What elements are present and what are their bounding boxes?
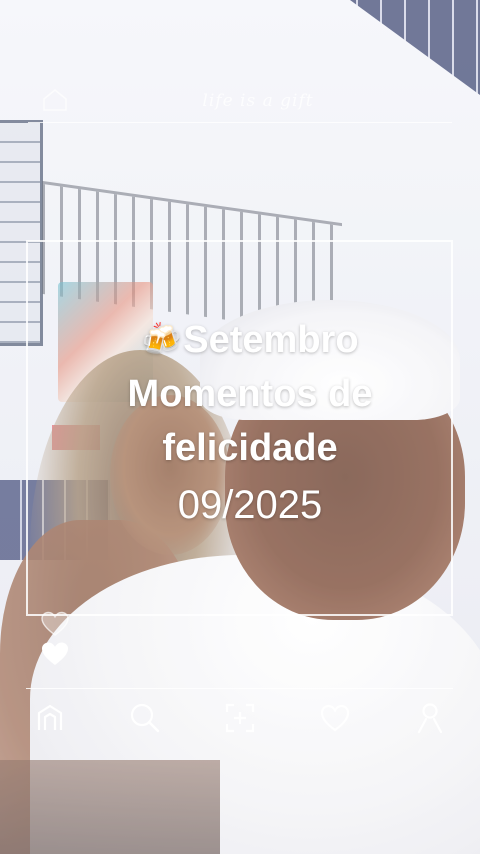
nav-search[interactable]	[127, 700, 163, 736]
home-icon	[37, 704, 63, 730]
add-frame-icon	[225, 703, 255, 733]
caption-line-2: Momentos de	[127, 373, 373, 415]
search-icon	[130, 703, 160, 733]
home-outline-icon	[43, 88, 67, 111]
caption-line-1: 🍻Setembro	[80, 312, 420, 367]
nav-add[interactable]	[222, 700, 258, 736]
heart-filled-icon[interactable]	[40, 640, 70, 668]
header-script-text: life is a gift	[202, 91, 314, 111]
nav-divider	[26, 688, 453, 689]
caption-line-3: felicidade	[162, 427, 338, 469]
heart-icon	[320, 704, 350, 732]
nav-home[interactable]	[32, 700, 68, 736]
heart-outline-icon	[41, 611, 69, 636]
nav-profile[interactable]	[412, 700, 448, 736]
caption: 🍻Setembro Momentos de felicidade 09/2025	[80, 312, 420, 535]
caption-month: Setembro	[183, 319, 359, 361]
nav-like[interactable]	[317, 700, 353, 736]
bottom-nav	[20, 696, 460, 740]
profile-icon	[417, 703, 443, 734]
caption-date: 09/2025	[177, 483, 323, 527]
beer-mugs-icon: 🍻	[141, 321, 182, 357]
template-header: life is a gift	[28, 84, 452, 123]
